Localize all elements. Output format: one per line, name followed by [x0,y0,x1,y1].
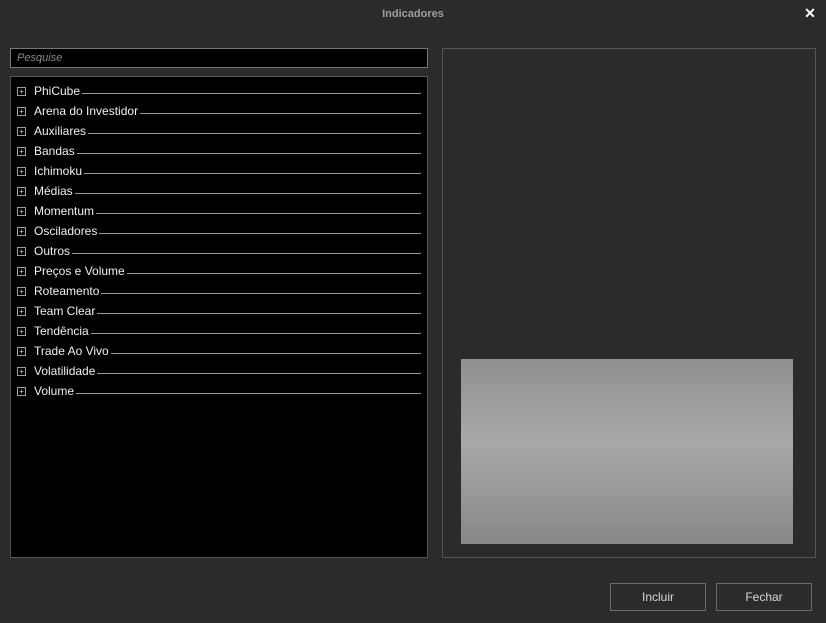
tree-item-line [75,193,421,194]
expand-icon[interactable]: + [17,207,26,216]
tree-item-label: Roteamento [34,284,99,298]
tree-item-label: Médias [34,184,73,198]
tree-item-label: Trade Ao Vivo [34,344,109,358]
window-title: Indicadores [382,8,444,20]
expand-icon[interactable]: + [17,267,26,276]
tree-item-line [77,153,421,154]
tree-item-label: PhiCube [34,84,80,98]
tree-item-line [91,333,421,334]
tree-item-label: Outros [34,244,70,258]
tree-item-line [97,373,421,374]
expand-icon[interactable]: + [17,387,26,396]
expand-icon[interactable]: + [17,227,26,236]
tree-item[interactable]: + Tendência [17,321,421,341]
expand-icon[interactable]: + [17,327,26,336]
expand-icon[interactable]: + [17,87,26,96]
category-tree[interactable]: +PhiCube+Arena do Investidor+Auxiliares+… [10,76,428,558]
tree-item-label: Arena do Investidor [34,104,138,118]
expand-icon[interactable]: + [17,367,26,376]
tree-item-label: Momentum [34,204,94,218]
tree-item-label: Ichimoku [34,164,82,178]
tree-item-label: Bandas [34,144,75,158]
tree-item-line [76,393,421,394]
tree-item-line [101,293,421,294]
tree-item[interactable]: + Volatilidade [17,361,421,381]
tree-item[interactable]: + Trade Ao Vivo [17,341,421,361]
tree-item-label: Preços e Volume [34,264,125,278]
tree-item-line [72,253,421,254]
expand-icon[interactable]: + [17,307,26,316]
tree-item[interactable]: + Outros [17,241,421,261]
left-panel: +PhiCube+Arena do Investidor+Auxiliares+… [10,48,428,558]
tree-item[interactable]: + Volume [17,381,421,401]
tree-item-line [97,313,421,314]
search-input[interactable] [10,48,428,68]
include-button[interactable]: Incluir [610,583,706,611]
tree-item[interactable]: + Roteamento [17,281,421,301]
tree-item[interactable]: + Bandas [17,141,421,161]
expand-icon[interactable]: + [17,127,26,136]
expand-icon[interactable]: + [17,167,26,176]
tree-item-line [140,113,421,114]
tree-item-line [127,273,421,274]
tree-item-line [96,213,421,214]
tree-item[interactable]: + Auxiliares [17,121,421,141]
tree-item-line [82,93,421,94]
button-row: Incluir Fechar [610,583,812,611]
tree-item-label: Volatilidade [34,364,95,378]
tree-item-label: Auxiliares [34,124,86,138]
preview-image [461,359,793,544]
titlebar: Indicadores ✕ [0,0,826,28]
expand-icon[interactable]: + [17,187,26,196]
tree-item[interactable]: + PhiCube [17,81,421,101]
tree-item-line [84,173,421,174]
tree-item[interactable]: + Osciladores [17,221,421,241]
close-icon[interactable]: ✕ [802,6,818,22]
content-area: +PhiCube+Arena do Investidor+Auxiliares+… [0,28,826,568]
expand-icon[interactable]: + [17,107,26,116]
expand-icon[interactable]: + [17,247,26,256]
expand-icon[interactable]: + [17,287,26,296]
expand-icon[interactable]: + [17,147,26,156]
expand-icon[interactable]: + [17,347,26,356]
tree-item-label: Volume [34,384,74,398]
tree-item-line [88,133,421,134]
tree-item[interactable]: + Arena do Investidor [17,101,421,121]
tree-item-label: Team Clear [34,304,95,318]
close-button[interactable]: Fechar [716,583,812,611]
tree-item-line [111,353,421,354]
tree-item[interactable]: + Preços e Volume [17,261,421,281]
tree-item[interactable]: + Team Clear [17,301,421,321]
preview-panel [442,48,816,558]
tree-item[interactable]: + Ichimoku [17,161,421,181]
tree-item-label: Osciladores [34,224,97,238]
tree-item[interactable]: + Médias [17,181,421,201]
tree-item[interactable]: + Momentum [17,201,421,221]
tree-item-label: Tendência [34,324,89,338]
tree-item-line [99,233,421,234]
